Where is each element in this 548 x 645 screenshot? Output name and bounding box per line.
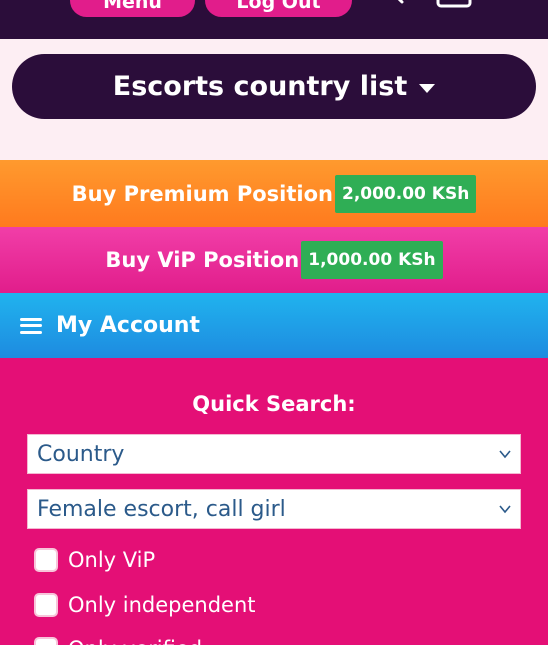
only-vip-option: Only ViP [34,548,155,572]
only-verified-option: Only verified [34,637,202,645]
cart-icon[interactable] [436,0,472,8]
quick-search-panel: Quick Search: Country Female escort, cal… [0,358,548,645]
search-icon[interactable] [378,0,406,8]
only-vip-checkbox[interactable] [34,548,58,572]
escort-type-select-value: Female escort, call girl [37,496,286,522]
menu-button[interactable]: Menu [70,0,195,17]
escort-type-select[interactable]: Female escort, call girl [27,489,521,529]
logout-button[interactable]: Log Out [205,0,352,17]
only-vip-label: Only ViP [68,548,156,572]
country-select[interactable]: Country [27,434,521,474]
only-independent-checkbox[interactable] [34,593,58,617]
caret-down-icon [419,83,436,93]
only-verified-label: Only verified [68,637,202,645]
chevron-down-icon [499,450,511,459]
top-navbar: Menu Log Out [0,0,548,39]
country-select-value: Country [37,441,125,467]
buy-premium-banner[interactable]: Buy Premium Position 2,000.00 KSh [0,160,548,227]
only-verified-checkbox[interactable] [34,637,58,645]
only-independent-label: Only independent [68,593,256,617]
buy-premium-label: Buy Premium Position [71,181,333,206]
country-list-button[interactable]: Escorts country list [12,54,536,119]
buy-vip-banner[interactable]: Buy ViP Position 1,000.00 KSh [0,227,548,293]
quick-search-title: Quick Search: [192,392,356,416]
hamburger-icon [20,317,42,334]
country-section: Escorts country list [0,39,548,160]
my-account-label: My Account [56,313,200,338]
vip-price-badge: 1,000.00 KSh [301,241,443,279]
chevron-down-icon [499,505,511,514]
only-independent-option: Only independent [34,593,256,617]
country-list-label: Escorts country list [112,71,408,102]
logout-button-label: Log Out [236,0,321,13]
premium-price-badge: 2,000.00 KSh [334,174,477,213]
buy-vip-label: Buy ViP Position [105,248,300,272]
menu-button-label: Menu [103,0,162,13]
my-account-bar[interactable]: My Account [0,293,548,358]
